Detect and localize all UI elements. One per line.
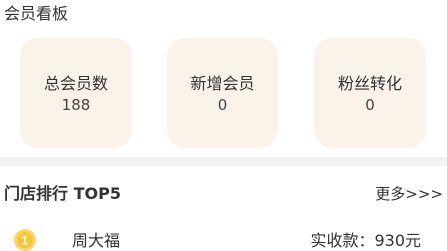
card-total-members[interactable]: 总会员数 188	[20, 38, 132, 148]
store-ranking-title: 门店排行 TOP5	[4, 184, 121, 203]
store-name: 周大福	[72, 231, 121, 250]
card-fan-conversion-label: 粉丝转化	[337, 74, 402, 93]
card-new-members-value: 0	[217, 96, 228, 114]
rank-medal-icon: 1	[14, 229, 36, 251]
card-fan-conversion-value: 0	[365, 96, 375, 114]
rank-number: 1	[22, 234, 29, 248]
card-total-members-value: 188	[61, 96, 91, 114]
store-income: 实收款：930元	[310, 231, 421, 250]
page: 会员看板 总会员数 188 新增会员 0 粉丝转化 0 门店排行 TOP5 更多…	[0, 0, 447, 251]
member-board-title: 会员看板	[4, 4, 69, 23]
card-new-members[interactable]: 新增会员 0	[167, 38, 278, 148]
card-fan-conversion[interactable]: 粉丝转化 0	[314, 38, 426, 148]
store-ranking-section: 门店排行 TOP5 更多>>> 1 周大福 实收款：930元	[0, 166, 447, 251]
member-board-section: 会员看板 总会员数 188 新增会员 0 粉丝转化 0	[0, 0, 447, 157]
card-total-members-label: 总会员数	[43, 74, 108, 93]
more-link[interactable]: 更多>>>	[375, 184, 443, 204]
card-new-members-label: 新增会员	[190, 74, 255, 93]
ranking-row[interactable]: 1 周大福 实收款：930元	[0, 229, 447, 251]
